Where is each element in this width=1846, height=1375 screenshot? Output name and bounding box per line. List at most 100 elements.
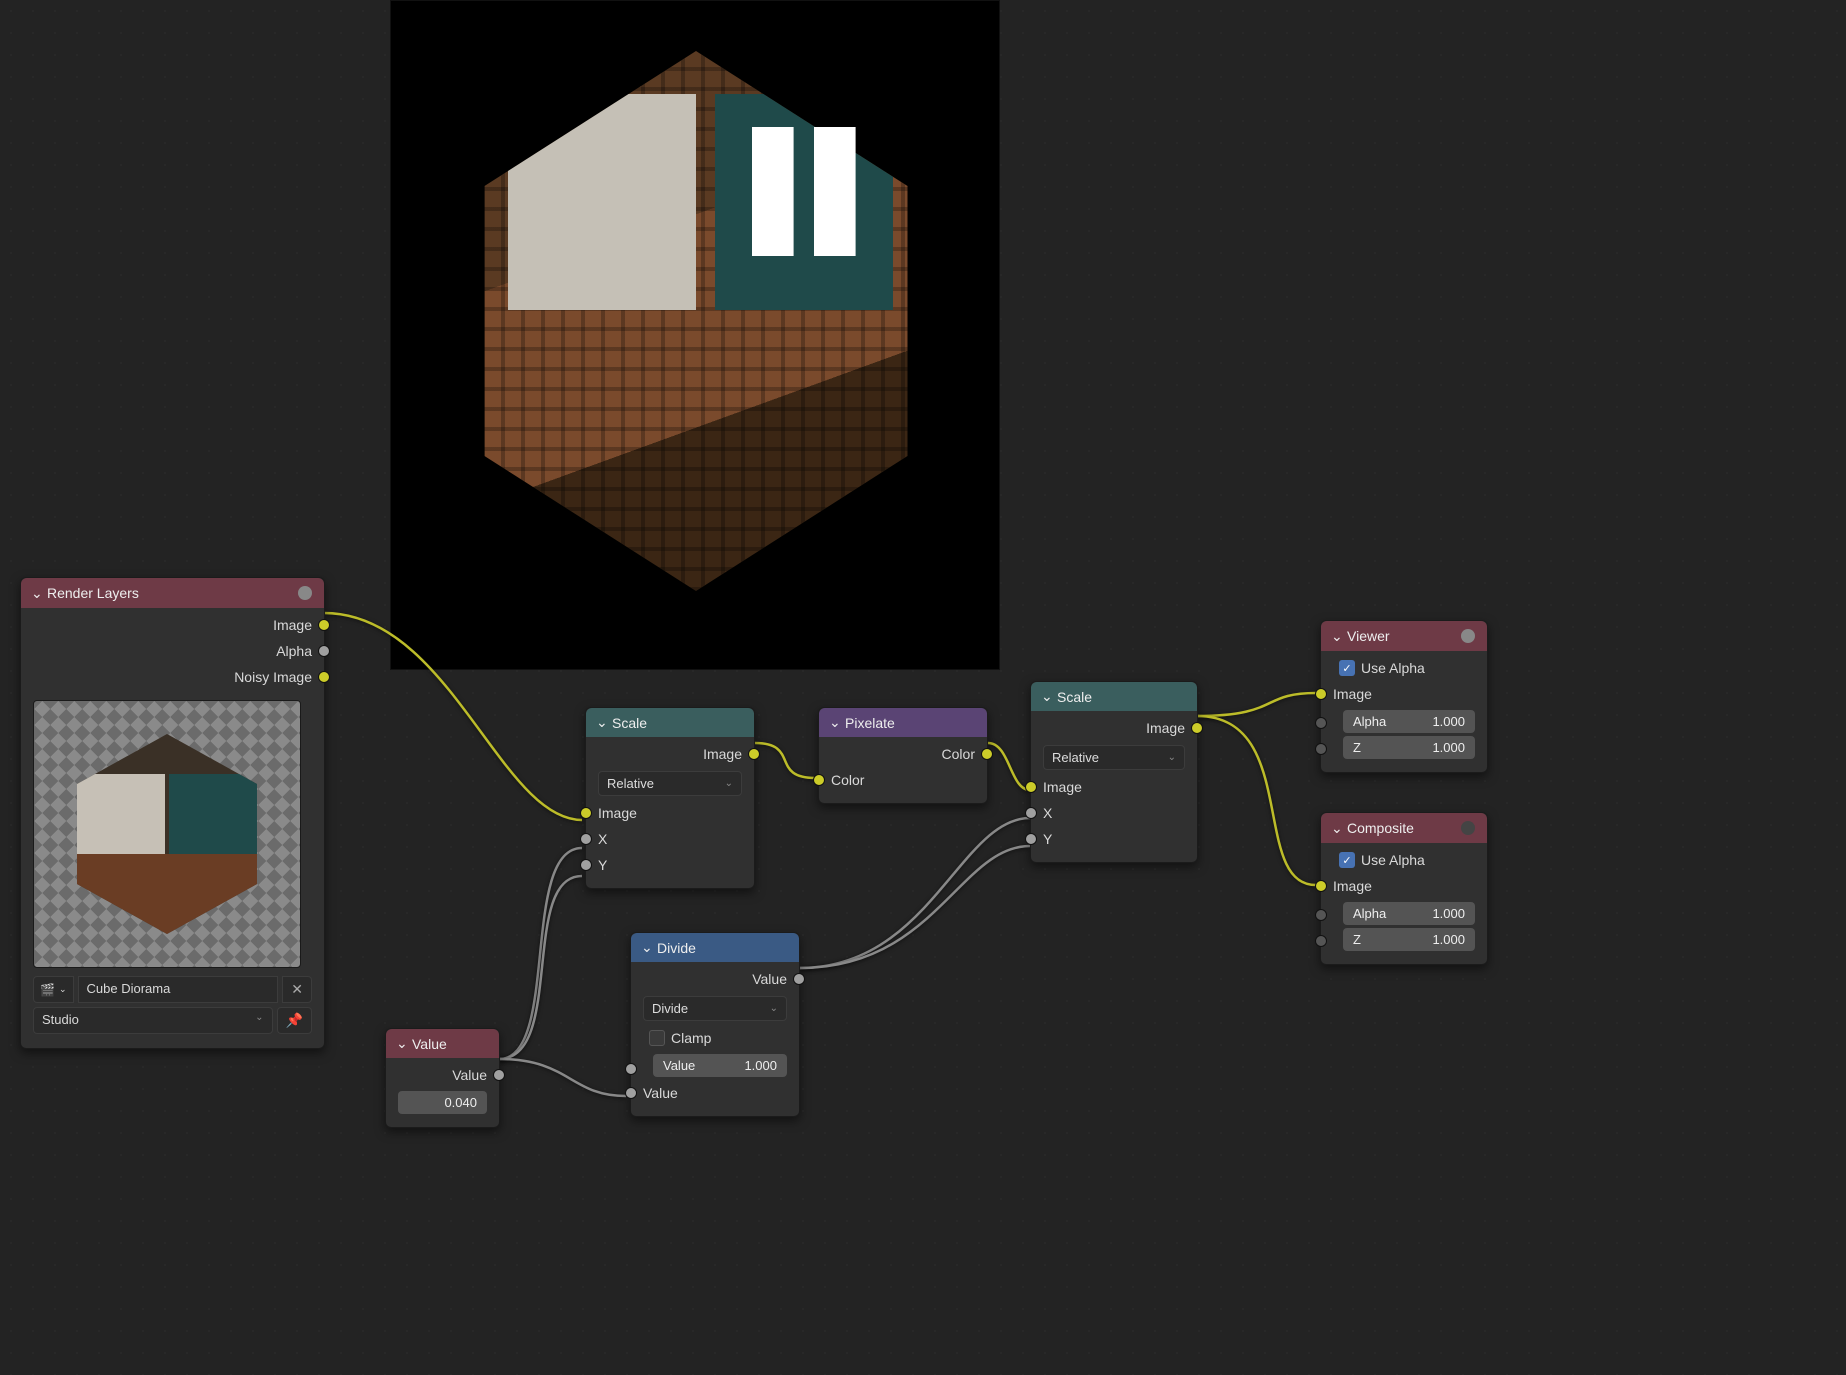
alpha-input[interactable]: Alpha 1.000 xyxy=(1343,710,1475,733)
socket-in-alpha[interactable] xyxy=(1315,909,1327,921)
checkbox-checked-icon: ✓ xyxy=(1339,852,1355,868)
chevron-down-icon: ⌄ xyxy=(770,1003,778,1014)
chevron-down-icon: ⌄ xyxy=(829,714,839,731)
output-image: Image xyxy=(586,741,754,767)
preview-sphere-icon[interactable] xyxy=(1459,627,1477,645)
socket-in-z[interactable] xyxy=(1315,743,1327,755)
z-input[interactable]: Z 1.000 xyxy=(1343,928,1475,951)
socket-out-value[interactable] xyxy=(493,1069,505,1081)
chevron-down-icon: ⌄ xyxy=(31,585,41,602)
input-y: Y xyxy=(586,852,754,878)
input-y: Y xyxy=(1031,826,1197,852)
output-color: Color xyxy=(819,741,987,767)
output-alpha: Alpha xyxy=(21,638,324,664)
chevron-down-icon: ⌄ xyxy=(1331,820,1341,837)
output-value: Value xyxy=(386,1062,499,1088)
scale-method-select[interactable]: Relative ⌄ xyxy=(598,771,742,796)
node-title: Viewer xyxy=(1347,628,1390,644)
close-icon[interactable]: ✕ xyxy=(282,976,312,1003)
node-pixelate[interactable]: ⌄ Pixelate Color Color xyxy=(818,707,988,804)
scene-icon[interactable]: 🎬⌄ xyxy=(33,976,74,1003)
socket-out-alpha[interactable] xyxy=(318,645,330,657)
input-image: Image xyxy=(1031,774,1197,800)
node-title: Pixelate xyxy=(845,715,895,731)
socket-out-noisy[interactable] xyxy=(318,671,330,683)
output-image: Image xyxy=(21,612,324,638)
node-scale-1[interactable]: ⌄ Scale Image Relative ⌄ Image X Y xyxy=(585,707,755,889)
pin-icon[interactable]: 📌 xyxy=(277,1007,312,1034)
scene-name-field[interactable]: Cube Diorama xyxy=(78,976,279,1003)
value1-input[interactable]: Value 1.000 xyxy=(653,1054,787,1077)
node-scale-2[interactable]: ⌄ Scale Image Relative ⌄ Image X Y xyxy=(1030,681,1198,863)
input-color: Color xyxy=(819,767,987,793)
checkbox-checked-icon: ✓ xyxy=(1339,660,1355,676)
socket-in-x[interactable] xyxy=(580,833,592,845)
node-viewer[interactable]: ⌄ Viewer ✓ Use Alpha Image Alpha 1.000 Z… xyxy=(1320,620,1488,773)
socket-in-y[interactable] xyxy=(1025,833,1037,845)
use-alpha-checkbox[interactable]: ✓ Use Alpha xyxy=(1321,847,1487,873)
input-image: Image xyxy=(586,800,754,826)
socket-out-value[interactable] xyxy=(793,973,805,985)
node-title: Value xyxy=(412,1036,447,1052)
input-image: Image xyxy=(1321,873,1487,899)
socket-in-value1[interactable] xyxy=(625,1063,637,1075)
socket-in-image[interactable] xyxy=(1315,880,1327,892)
node-value[interactable]: ⌄ Value Value 0.040 xyxy=(385,1028,500,1128)
node-header[interactable]: ⌄ Divide xyxy=(631,933,799,962)
output-noisy: Noisy Image xyxy=(21,664,324,690)
node-title: Composite xyxy=(1347,820,1414,836)
socket-in-color[interactable] xyxy=(813,774,825,786)
socket-in-z[interactable] xyxy=(1315,935,1327,947)
socket-in-image[interactable] xyxy=(1315,688,1327,700)
output-image: Image xyxy=(1031,715,1197,741)
alpha-input[interactable]: Alpha 1.000 xyxy=(1343,902,1475,925)
socket-in-image[interactable] xyxy=(1025,781,1037,793)
node-header[interactable]: ⌄ Scale xyxy=(586,708,754,737)
node-title: Scale xyxy=(612,715,647,731)
render-layer-select[interactable]: Studio ⌄ xyxy=(33,1007,273,1034)
node-header[interactable]: ⌄ Scale xyxy=(1031,682,1197,711)
node-header[interactable]: ⌄ Pixelate xyxy=(819,708,987,737)
z-input[interactable]: Z 1.000 xyxy=(1343,736,1475,759)
socket-out-image[interactable] xyxy=(318,619,330,631)
node-header[interactable]: ⌄ Viewer xyxy=(1321,621,1487,651)
node-header[interactable]: ⌄ Composite xyxy=(1321,813,1487,843)
preview-sphere-icon[interactable] xyxy=(296,584,314,602)
clamp-checkbox[interactable]: Clamp xyxy=(631,1025,799,1051)
socket-out-color[interactable] xyxy=(981,748,993,760)
node-title: Render Layers xyxy=(47,585,139,601)
node-header[interactable]: ⌄ Value xyxy=(386,1029,499,1058)
chevron-down-icon: ⌄ xyxy=(396,1035,406,1052)
chevron-down-icon: ⌄ xyxy=(1331,628,1341,645)
chevron-down-icon: ⌄ xyxy=(1168,752,1176,763)
socket-in-x[interactable] xyxy=(1025,807,1037,819)
node-composite[interactable]: ⌄ Composite ✓ Use Alpha Image Alpha 1.00… xyxy=(1320,812,1488,965)
socket-in-image[interactable] xyxy=(580,807,592,819)
input-image: Image xyxy=(1321,681,1487,707)
input-value2: Value xyxy=(631,1080,799,1106)
chevron-down-icon: ⌄ xyxy=(255,1012,263,1029)
chevron-down-icon: ⌄ xyxy=(725,778,733,789)
node-title: Divide xyxy=(657,940,696,956)
socket-in-alpha[interactable] xyxy=(1315,717,1327,729)
render-preview-thumbnail xyxy=(33,700,301,968)
output-value: Value xyxy=(631,966,799,992)
input-x: X xyxy=(586,826,754,852)
scene-selector[interactable]: 🎬⌄ Cube Diorama ✕ xyxy=(33,976,312,1003)
backdrop-preview xyxy=(390,0,1000,670)
checkbox-icon xyxy=(649,1030,665,1046)
socket-out-image[interactable] xyxy=(1191,722,1203,734)
node-render-layers[interactable]: ⌄ Render Layers Image Alpha Noisy Image … xyxy=(20,577,325,1049)
preview-sphere-icon[interactable] xyxy=(1459,819,1477,837)
scale-method-select[interactable]: Relative ⌄ xyxy=(1043,745,1185,770)
socket-in-value2[interactable] xyxy=(625,1087,637,1099)
input-x: X xyxy=(1031,800,1197,826)
node-header[interactable]: ⌄ Render Layers xyxy=(21,578,324,608)
socket-in-y[interactable] xyxy=(580,859,592,871)
operation-select[interactable]: Divide ⌄ xyxy=(643,996,787,1021)
socket-out-image[interactable] xyxy=(748,748,760,760)
use-alpha-checkbox[interactable]: ✓ Use Alpha xyxy=(1321,655,1487,681)
node-divide[interactable]: ⌄ Divide Value Divide ⌄ Clamp Value 1.00… xyxy=(630,932,800,1117)
value-input[interactable]: 0.040 xyxy=(398,1091,487,1114)
chevron-down-icon: ⌄ xyxy=(1041,688,1051,705)
